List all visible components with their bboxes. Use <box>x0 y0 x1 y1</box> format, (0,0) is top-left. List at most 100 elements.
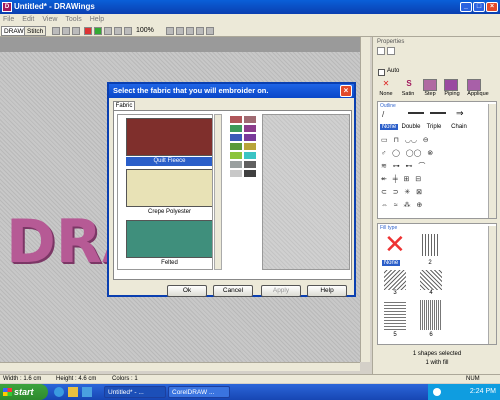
palette-swatch[interactable] <box>244 125 256 132</box>
piping-icon[interactable] <box>444 79 458 91</box>
settings-icon[interactable] <box>206 27 214 35</box>
menu-file[interactable]: File <box>3 14 14 25</box>
palette-swatch[interactable] <box>230 134 242 141</box>
fabric-label-crepe-polyester[interactable]: Crepe Polyester <box>126 208 212 217</box>
fill-pattern-5-icon[interactable] <box>384 300 406 330</box>
sequence-icon[interactable] <box>387 47 395 55</box>
fill-pattern-3-icon[interactable] <box>384 270 406 290</box>
rotate-icon[interactable] <box>186 27 194 35</box>
outline-double-icon[interactable] <box>408 112 424 114</box>
fill-2[interactable]: 2 <box>422 260 438 266</box>
palette-swatch[interactable] <box>230 152 242 159</box>
outline-triple[interactable]: Triple <box>424 124 444 130</box>
palette-swatch[interactable] <box>244 161 256 168</box>
grid-icon[interactable] <box>104 27 112 35</box>
vertical-scrollbar[interactable] <box>360 37 370 362</box>
zoom-out-icon[interactable] <box>124 27 132 35</box>
palette-swatch[interactable] <box>230 170 242 177</box>
zoom-level[interactable]: 100% <box>136 26 154 36</box>
outline-double[interactable]: Double <box>400 124 422 130</box>
stitch-applique-label: Applique <box>467 91 489 97</box>
fill-none-icon[interactable]: ✕ <box>384 231 406 257</box>
new-icon[interactable] <box>52 27 60 35</box>
color-icon[interactable] <box>84 27 92 35</box>
fabric-swatch-quilt-fleece[interactable] <box>126 118 212 156</box>
cancel-button[interactable]: Cancel <box>213 285 253 297</box>
zoom-in-icon[interactable] <box>114 27 122 35</box>
media-icon[interactable] <box>82 387 92 397</box>
fill-scrollbar[interactable] <box>488 226 496 344</box>
help-button[interactable]: Help <box>307 285 347 297</box>
shapes-selected-status: 1 shapes selected <box>412 351 462 357</box>
fill-pattern-4-icon[interactable] <box>420 270 442 290</box>
fabric-swatch-crepe-polyester[interactable] <box>126 169 212 207</box>
ok-button[interactable]: Ok <box>167 285 207 297</box>
outline-chain[interactable]: Chain <box>448 124 470 130</box>
ie-icon[interactable] <box>54 387 64 397</box>
menu-bar: File Edit View Tools Help <box>0 14 500 25</box>
fill-3[interactable]: 3 <box>384 290 406 296</box>
select-icon[interactable] <box>176 27 184 35</box>
tray-icon[interactable] <box>433 388 441 396</box>
task-drawings[interactable]: Untitled* - ... <box>104 386 166 398</box>
color-palette[interactable] <box>226 114 260 270</box>
palette-swatch[interactable] <box>230 125 242 132</box>
stitch-none-label: None <box>379 91 393 97</box>
outline-scrollbar[interactable] <box>488 104 496 218</box>
properties-icon[interactable] <box>377 47 385 55</box>
palette-swatch[interactable] <box>244 152 256 159</box>
refresh-icon[interactable] <box>196 27 204 35</box>
folder-icon[interactable] <box>68 387 78 397</box>
dialog-close-icon[interactable]: × <box>340 85 352 97</box>
outline-none-icon[interactable]: / <box>382 110 396 120</box>
tab-draw[interactable]: DRAW <box>1 26 27 36</box>
dialog-title-bar: Select the fabric that you will embroide… <box>109 84 354 98</box>
minimize-button[interactable]: _ <box>460 2 472 12</box>
fill-none[interactable]: None <box>382 260 400 266</box>
outline-none[interactable]: None <box>380 124 398 130</box>
palette-swatch[interactable] <box>244 134 256 141</box>
satin-icon[interactable]: S <box>402 79 416 91</box>
fabric-swatch-felted[interactable] <box>126 220 212 258</box>
menu-tools[interactable]: Tools <box>65 14 81 25</box>
palette-swatch[interactable] <box>230 116 242 123</box>
save-icon[interactable] <box>72 27 80 35</box>
outline-icon-grid[interactable]: ▭ ⊓ ◡◡ ⊖ ♂ ◯ ◯◯ ⊗ ≋ ⊶ ⊷ ⌒ ↞ ╪ ⊞ ⊟ ⊂ ⊃ ✳ … <box>381 134 473 212</box>
outline-triple-icon[interactable] <box>430 112 446 114</box>
fabric-list-scrollbar[interactable] <box>214 114 222 270</box>
palette-swatch[interactable] <box>244 143 256 150</box>
fill-4[interactable]: 4 <box>420 290 442 296</box>
auto-checkbox[interactable] <box>378 69 385 76</box>
fabric-label-quilt-fleece[interactable]: Quilt Fleece <box>126 157 212 166</box>
step-icon[interactable] <box>423 79 437 91</box>
tab-fabric[interactable]: Fabric <box>113 101 135 110</box>
maximize-button[interactable]: □ <box>473 2 485 12</box>
start-button[interactable]: start <box>0 384 48 400</box>
none-icon[interactable]: ✕ <box>379 79 393 91</box>
applique-icon[interactable] <box>467 79 481 91</box>
fill-5[interactable]: 5 <box>384 332 406 338</box>
fill-6[interactable]: 6 <box>420 332 442 338</box>
palette-swatch[interactable] <box>244 116 256 123</box>
close-button[interactable]: × <box>486 2 498 12</box>
palette-icon[interactable] <box>94 27 102 35</box>
palette-swatch[interactable] <box>230 143 242 150</box>
hand-icon[interactable] <box>166 27 174 35</box>
palette-swatch[interactable] <box>230 161 242 168</box>
fabric-label-felted[interactable]: Felted <box>126 259 212 268</box>
menu-edit[interactable]: Edit <box>22 14 34 25</box>
menu-view[interactable]: View <box>42 14 57 25</box>
menu-help[interactable]: Help <box>90 14 104 25</box>
task-coreldraw[interactable]: CorelDRAW ... <box>168 386 230 398</box>
fill-pattern-2-icon[interactable] <box>422 234 438 256</box>
tab-stitch[interactable]: Stitch <box>24 26 47 36</box>
fabric-list[interactable]: Quilt Fleece Crepe Polyester Felted <box>117 114 213 270</box>
open-icon[interactable] <box>62 27 70 35</box>
dialog-title: Select the fabric that you will embroide… <box>113 86 269 95</box>
palette-swatch[interactable] <box>244 170 256 177</box>
apply-button[interactable]: Apply <box>261 285 301 297</box>
outline-chain-icon[interactable]: ⇒ <box>456 108 464 119</box>
fill-pattern-6-icon[interactable] <box>420 300 442 330</box>
horizontal-scrollbar[interactable] <box>0 362 360 371</box>
fabric-dialog: Select the fabric that you will embroide… <box>107 82 356 297</box>
